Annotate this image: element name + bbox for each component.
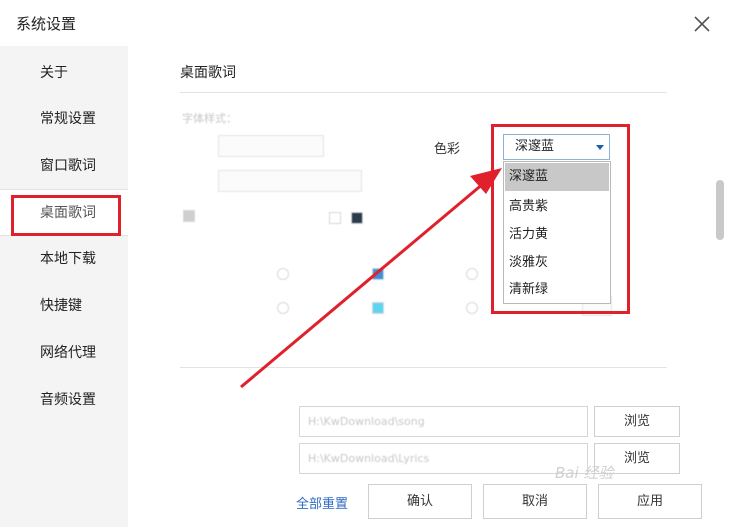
annotation-arrow (240, 168, 502, 389)
watermark: Bai 经验 (555, 464, 614, 482)
